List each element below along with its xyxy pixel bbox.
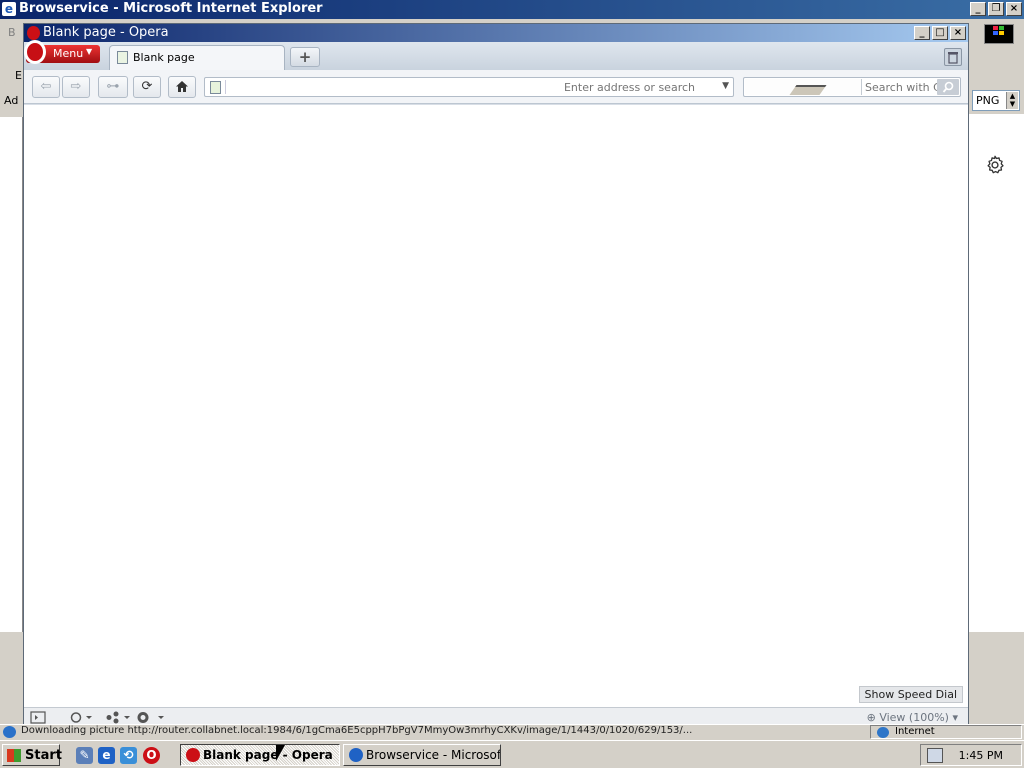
forward-button[interactable]: ⇨ xyxy=(62,76,90,98)
ie-left-area: B E Ad xyxy=(0,19,23,719)
system-tray: 1:45 PM xyxy=(920,744,1022,766)
page-info-icon[interactable] xyxy=(210,81,221,94)
opera-logo-icon xyxy=(186,748,200,762)
chevron-down-icon: ▼ xyxy=(86,47,93,56)
zoom-label: View (100%) xyxy=(879,711,949,724)
ie-app-icon: e xyxy=(2,2,16,16)
closed-tabs-icon xyxy=(948,52,958,64)
ie-address-label: Ad xyxy=(4,94,19,107)
chevron-down-icon: ▾ xyxy=(952,711,958,724)
reload-icon: ⟳ xyxy=(141,79,153,94)
ie-menu-label-e: E xyxy=(15,69,22,82)
ie-close-button[interactable]: × xyxy=(1006,2,1022,16)
trash-icon[interactable] xyxy=(944,48,962,66)
ie-security-zone: Internet xyxy=(870,725,1022,739)
page-icon xyxy=(117,51,128,64)
arrow-right-icon: ⇨ xyxy=(70,79,82,94)
opera-navigation-toolbar: ⇦ ⇨ ⊶ ⟳ ▼ xyxy=(24,70,968,104)
ie-status-text: Downloading picture http://router.collab… xyxy=(21,725,693,736)
ie-right-area: PNG ▲ ▼ xyxy=(968,19,1024,719)
internet-explorer-icon xyxy=(349,748,363,762)
page-content[interactable]: Show Speed Dial xyxy=(24,105,968,707)
home-icon xyxy=(176,81,188,92)
opera-window: Blank page - Opera _ □ × Menu ▼ Blank pa… xyxy=(23,23,969,727)
new-tab-button[interactable]: + xyxy=(290,47,320,67)
ie-minimize-button[interactable]: _ xyxy=(970,2,986,16)
windows-taskbar: Start ✎ e ⟲ O Blank page - Opera Browser… xyxy=(0,740,1024,768)
tab-title: Blank page xyxy=(133,51,195,64)
internet-explorer-icon[interactable]: e xyxy=(98,747,115,764)
start-label: Start xyxy=(25,748,62,763)
ie-page-right-edge xyxy=(968,114,1024,632)
windows-logo-icon xyxy=(7,749,21,762)
ie-page-icon xyxy=(3,726,16,738)
opera-logo-icon xyxy=(27,26,40,40)
opera-tab-bar: Menu ▼ Blank page + xyxy=(24,40,968,70)
magnifier-icon: ⊕ xyxy=(866,711,876,724)
ie-fullscreen-button[interactable] xyxy=(984,24,1014,44)
opera-link-icon[interactable] xyxy=(136,711,166,724)
windows-flag-icon xyxy=(993,26,1004,35)
network-icon[interactable] xyxy=(927,748,943,763)
tab-blank-page[interactable]: Blank page xyxy=(109,45,285,70)
ie-title-bar[interactable]: e Browservice - Microsoft Internet Explo… xyxy=(0,0,1024,19)
taskbar-button-label: Browservice - Microsof... xyxy=(366,748,501,762)
ie-zone-label: Internet xyxy=(895,726,935,737)
taskbar-button-ie[interactable]: Browservice - Microsof... xyxy=(343,744,501,766)
back-button[interactable]: ⇦ xyxy=(32,76,60,98)
opera-quicklaunch-icon[interactable]: O xyxy=(143,747,160,764)
opera-minimize-button[interactable]: _ xyxy=(914,26,930,40)
search-input[interactable] xyxy=(865,79,939,95)
ie-toolbar-label-b: B xyxy=(8,26,16,39)
search-engine-selector[interactable] xyxy=(745,79,862,95)
address-bar[interactable]: ▼ xyxy=(204,77,734,97)
reload-button[interactable]: ⟳ xyxy=(133,76,161,98)
opera-turbo-icon[interactable] xyxy=(68,711,92,724)
show-desktop-icon[interactable]: ✎ xyxy=(76,747,93,764)
mouse-cursor xyxy=(276,745,285,761)
ie-restore-button[interactable]: ❐ xyxy=(988,2,1004,16)
opera-title-bar[interactable]: Blank page - Opera _ □ × xyxy=(24,24,968,42)
opera-close-button[interactable]: × xyxy=(950,26,966,40)
search-button[interactable] xyxy=(937,79,959,95)
image-format-select[interactable]: PNG ▲ ▼ xyxy=(972,90,1020,111)
ie-window-title: Browservice - Microsoft Internet Explore… xyxy=(19,1,323,16)
image-format-spinner[interactable]: ▲ ▼ xyxy=(1006,92,1018,109)
show-speed-dial-button[interactable]: Show Speed Dial xyxy=(858,686,963,703)
chevron-down-icon[interactable]: ▼ xyxy=(722,81,729,91)
opera-menu-label: Menu xyxy=(53,47,84,60)
taskbar-button-opera[interactable]: Blank page - Opera xyxy=(180,744,340,766)
search-box[interactable] xyxy=(743,77,961,97)
zoom-control[interactable]: ⊕ View (100%) ▾ xyxy=(867,711,958,724)
gear-icon[interactable] xyxy=(984,154,1006,176)
address-input[interactable] xyxy=(229,79,709,95)
text-caret xyxy=(225,80,226,94)
key-icon: ⊶ xyxy=(106,79,120,94)
opera-menu-logo-icon xyxy=(24,40,46,64)
clock[interactable]: 1:45 PM xyxy=(959,749,1003,762)
home-button[interactable] xyxy=(168,76,196,98)
start-button[interactable]: Start xyxy=(2,744,62,766)
panel-toggle-icon[interactable] xyxy=(30,711,46,724)
windows-explorer-icon[interactable]: ⟲ xyxy=(120,747,137,764)
opera-menu-button[interactable]: Menu ▼ xyxy=(24,40,100,64)
globe-icon xyxy=(877,727,889,738)
opera-window-title: Blank page - Opera xyxy=(43,25,169,40)
ie-status-bar: Downloading picture http://router.collab… xyxy=(0,724,1024,739)
image-format-value: PNG xyxy=(976,94,1000,107)
password-manager-button[interactable]: ⊶ xyxy=(98,76,128,98)
search-icon xyxy=(942,81,954,93)
opera-unite-icon[interactable] xyxy=(104,711,130,724)
arrow-left-icon: ⇦ xyxy=(40,79,52,94)
search-engine-logo-icon xyxy=(789,85,827,95)
opera-maximize-button[interactable]: □ xyxy=(932,26,948,40)
ie-page-left-edge xyxy=(0,117,23,632)
taskbar-button-label: Blank page - Opera xyxy=(203,748,333,762)
